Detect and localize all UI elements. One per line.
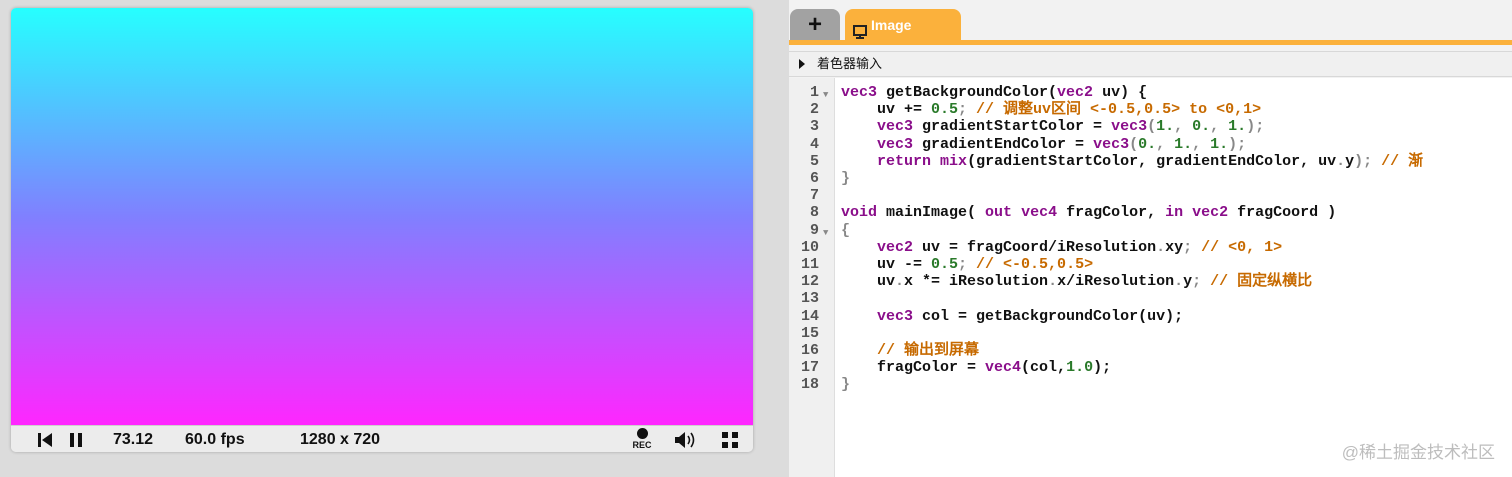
code-line-4: vec3 gradientEndColor = vec3(0., 1., 1.)…: [877, 135, 1247, 153]
line-number: 6: [809, 170, 819, 187]
expand-triangle-icon: [799, 59, 805, 69]
resolution-readout: 1280 x 720: [300, 431, 381, 448]
code-line-18: }: [841, 376, 851, 394]
tab-image-label: Image: [871, 17, 912, 33]
line-number: 8: [809, 204, 819, 222]
fps-readout: 60.0 fps: [185, 431, 245, 448]
line-number: 17: [800, 359, 819, 377]
line-number: 2: [809, 101, 819, 119]
code-line-1: vec3 getBackgroundColor(vec2 uv) {: [841, 84, 1148, 101]
shader-inputs-label: 着色器输入: [817, 56, 883, 71]
line-number: 3: [809, 118, 819, 136]
line-number: 1: [809, 84, 819, 101]
time-readout: 73.12: [113, 431, 154, 448]
code-area[interactable]: 1 2 3 4 5 6 7 8 9 10 11 12 13 14 15 16 1…: [789, 78, 1512, 477]
code-line-16: // 输出到屏幕: [841, 342, 980, 359]
code-line-12: uv.x *= iResolution.x/iResolution.y; // …: [841, 273, 1313, 291]
rewind-icon[interactable]: [37, 432, 53, 452]
shader-inputs-toggle[interactable]: 着色器输入: [789, 51, 1512, 77]
line-number: 10: [800, 238, 819, 256]
fold-arrow-icon[interactable]: ▼: [823, 225, 828, 242]
add-tab-button[interactable]: +: [790, 9, 840, 41]
code-line-9: {: [841, 221, 851, 239]
line-number: 15: [800, 324, 819, 342]
line-number: 12: [800, 273, 819, 291]
line-number: 16: [800, 342, 819, 359]
code-line-14: vec3 col = getBackgroundColor(uv);: [877, 307, 1184, 325]
line-number: 11: [800, 256, 819, 273]
line-number: 4: [809, 135, 819, 153]
code-line-17: fragColor = vec4(col,1.0);: [841, 359, 1112, 377]
fullscreen-icon[interactable]: [721, 431, 739, 452]
code-line-2: uv += 0.5; // 调整uv区间 <-0.5,0.5> to <0,1>: [841, 101, 1262, 119]
line-number: 13: [800, 290, 819, 308]
player-controls: 73.12 60.0 fps 1280 x 720 REC: [11, 425, 753, 452]
monitor-icon: [853, 18, 867, 50]
code-line-11: uv -= 0.5; // <-0.5,0.5>: [841, 256, 1094, 273]
line-number: 18: [800, 376, 819, 394]
watermark: @稀土掘金技术社区: [1341, 443, 1495, 462]
tab-underline: [789, 40, 1512, 45]
record-icon: [636, 428, 648, 439]
code-line-8: void mainImage( out vec4 fragColor, in v…: [841, 204, 1337, 222]
line-number: 7: [809, 187, 819, 205]
code-line-10: vec2 uv = fragCoord/iResolution.xy; // <…: [877, 238, 1283, 256]
record-button[interactable]: REC: [628, 428, 656, 450]
code-editor: + Image 着色器输入 1 2 3 4 5 6 7 8 9 10 11 12…: [789, 0, 1512, 477]
tab-image[interactable]: Image: [845, 9, 961, 41]
render-canvas[interactable]: [11, 8, 753, 425]
shader-viewer: 73.12 60.0 fps 1280 x 720 REC: [11, 8, 753, 452]
line-number: 14: [800, 307, 819, 325]
tab-bar: + Image: [789, 0, 1512, 46]
code-line-3: vec3 gradientStartColor = vec3(1., 0., 1…: [877, 118, 1265, 136]
record-label: REC: [632, 440, 652, 450]
line-number: 5: [809, 152, 819, 170]
pause-icon[interactable]: [69, 432, 83, 452]
line-gutter: 1 2 3 4 5 6 7 8 9 10 11 12 13 14 15 16 1…: [789, 78, 835, 477]
code-line-6: }: [841, 170, 851, 187]
line-number: 9: [809, 221, 819, 239]
code-line-5: return mix(gradientStartColor, gradientE…: [877, 152, 1424, 170]
fold-arrow-icon[interactable]: ▼: [823, 87, 828, 104]
volume-icon[interactable]: [673, 430, 697, 452]
